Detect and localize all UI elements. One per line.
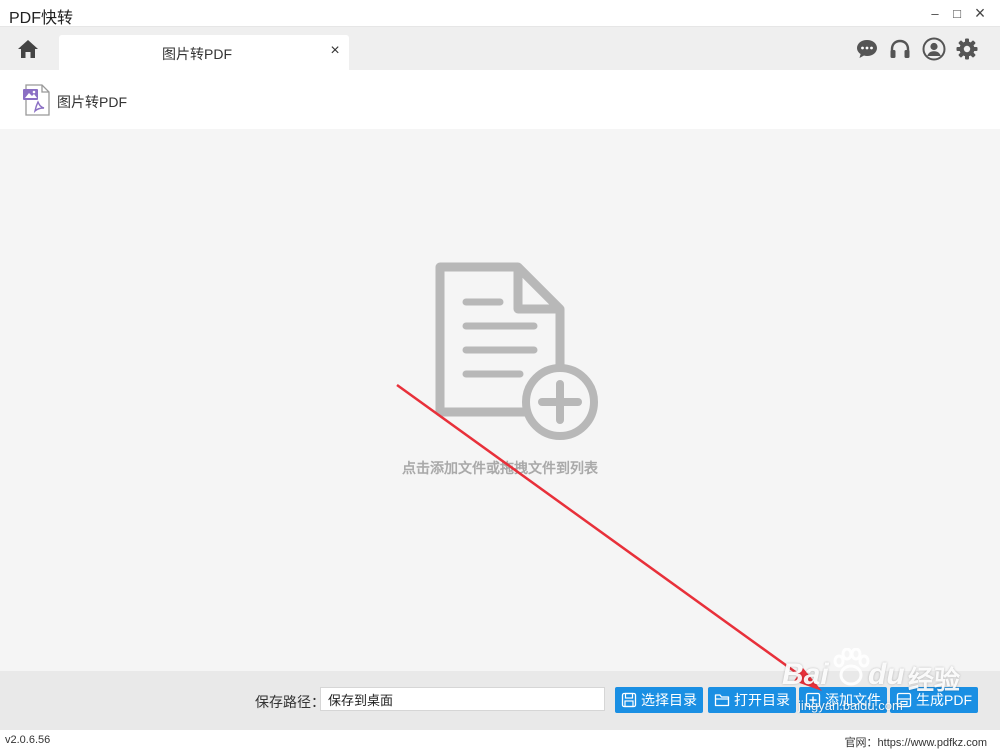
open-dir-button[interactable]: 打开目录 bbox=[708, 687, 796, 713]
title-bar: PDF快转 – □ × bbox=[0, 0, 1000, 27]
tab-close-icon[interactable]: × bbox=[327, 42, 343, 59]
add-file-icon bbox=[435, 262, 598, 440]
generate-pdf-button[interactable]: 生成PDF bbox=[890, 687, 978, 713]
website-link[interactable]: 官网：https://www.pdfkz.com bbox=[845, 734, 987, 750]
support-button[interactable] bbox=[888, 35, 912, 63]
chat-button[interactable] bbox=[855, 35, 879, 63]
account-button[interactable] bbox=[921, 35, 947, 63]
maximize-button[interactable]: □ bbox=[947, 4, 967, 22]
file-drop-zone[interactable]: 点击添加文件或拖拽文件到列表 bbox=[0, 129, 1000, 671]
generate-icon bbox=[896, 692, 912, 708]
home-button[interactable] bbox=[10, 34, 46, 64]
add-file-label: 添加文件 bbox=[825, 692, 881, 708]
folder-icon bbox=[714, 694, 730, 707]
open-dir-label: 打开目录 bbox=[734, 692, 790, 708]
close-window-button[interactable]: × bbox=[970, 3, 990, 23]
gear-icon bbox=[956, 38, 978, 60]
select-dir-button[interactable]: 选择目录 bbox=[615, 687, 703, 713]
function-header: 图片转PDF bbox=[0, 70, 1000, 129]
add-file-button[interactable]: 添加文件 bbox=[799, 687, 887, 713]
minimize-button[interactable]: – bbox=[925, 4, 945, 22]
save-path-label: 保存路径： bbox=[255, 694, 325, 710]
app-title: PDF快转 bbox=[9, 10, 74, 27]
tab-label: 图片转PDF bbox=[162, 46, 232, 62]
version-text: v2.0.6.56 bbox=[5, 734, 51, 746]
plus-square-icon bbox=[805, 692, 821, 708]
tab-image-to-pdf[interactable]: 图片转PDF × bbox=[59, 35, 349, 70]
generate-pdf-label: 生成PDF bbox=[916, 692, 972, 708]
save-path-input[interactable] bbox=[320, 687, 605, 711]
chat-icon bbox=[857, 40, 877, 58]
settings-button[interactable] bbox=[955, 35, 979, 63]
tab-bar: 图片转PDF × bbox=[0, 27, 1000, 70]
home-icon bbox=[18, 40, 38, 58]
bottom-toolbar: 保存路径： 选择目录 打开目录 添加文件 生成PDF bbox=[0, 671, 1000, 730]
function-title: 图片转PDF bbox=[57, 94, 127, 110]
status-bar: v2.0.6.56 官网：https://www.pdfkz.com bbox=[0, 730, 1000, 751]
save-icon bbox=[621, 692, 637, 708]
user-icon bbox=[922, 37, 946, 61]
image-pdf-icon bbox=[23, 84, 50, 116]
headset-icon bbox=[890, 39, 910, 58]
select-dir-label: 选择目录 bbox=[641, 692, 697, 708]
drop-hint: 点击添加文件或拖拽文件到列表 bbox=[402, 460, 598, 476]
